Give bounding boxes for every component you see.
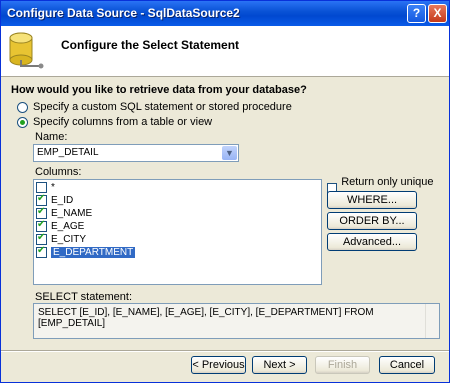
- custom-sql-label: Specify a custom SQL statement or stored…: [33, 101, 292, 113]
- column-checkbox[interactable]: [36, 182, 47, 193]
- column-checkbox[interactable]: [36, 193, 47, 206]
- column-checkbox[interactable]: [36, 206, 47, 219]
- page-title: Configure the Select Statement: [61, 38, 240, 52]
- column-label: E_DEPARTMENT: [51, 247, 136, 258]
- previous-button[interactable]: < Previous: [191, 356, 246, 374]
- configure-data-source-dialog: Configure Data Source - SqlDataSource2 ?…: [0, 0, 450, 383]
- column-checkbox[interactable]: [36, 232, 47, 245]
- custom-sql-radio[interactable]: [17, 101, 28, 113]
- wizard-body: How would you like to retrieve data from…: [1, 77, 449, 351]
- columns-list[interactable]: * E_ID E_NAME E_AGE E_CITY E_DEPARTMENT: [33, 179, 322, 285]
- table-name-select[interactable]: EMP_DETAIL ▼: [33, 144, 239, 162]
- order-by-button[interactable]: ORDER BY...: [327, 212, 417, 230]
- statement-scrollbar[interactable]: [425, 304, 439, 338]
- close-button[interactable]: X: [428, 4, 447, 23]
- wizard-header: Configure the Select Statement: [1, 26, 449, 77]
- title-bar[interactable]: Configure Data Source - SqlDataSource2 ?…: [1, 1, 449, 26]
- column-label: E_CITY: [51, 234, 87, 245]
- finish-button[interactable]: Finish: [315, 356, 370, 374]
- column-label: E_AGE: [51, 221, 85, 232]
- column-checkbox[interactable]: [36, 245, 47, 258]
- columns-radio[interactable]: [17, 116, 28, 128]
- advanced-button[interactable]: Advanced...: [327, 233, 417, 251]
- footer-divider: [1, 350, 449, 352]
- column-label: *: [51, 182, 55, 193]
- table-name-value: EMP_DETAIL: [37, 147, 99, 158]
- next-button[interactable]: Next >: [252, 356, 307, 374]
- window-title: Configure Data Source - SqlDataSource2: [7, 6, 240, 20]
- close-icon: X: [433, 6, 442, 20]
- option-custom-sql[interactable]: Specify a custom SQL statement or stored…: [17, 101, 292, 113]
- help-button[interactable]: ?: [407, 4, 426, 23]
- name-label: Name:: [35, 131, 68, 143]
- select-statement-label: SELECT statement:: [35, 291, 133, 303]
- database-icon: [9, 32, 44, 69]
- select-statement-text: SELECT [E_ID], [E_NAME], [E_AGE], [E_CIT…: [38, 307, 374, 329]
- retrieve-question: How would you like to retrieve data from…: [11, 84, 307, 96]
- column-label: E_ID: [51, 195, 74, 206]
- option-columns[interactable]: Specify columns from a table or view: [17, 116, 212, 128]
- columns-label: Columns:: [35, 166, 82, 178]
- chevron-down-icon[interactable]: ▼: [222, 146, 237, 160]
- columns-option-label: Specify columns from a table or view: [33, 116, 213, 128]
- help-icon: ?: [412, 6, 421, 20]
- column-label: E_NAME: [51, 208, 93, 219]
- where-button[interactable]: WHERE...: [327, 191, 417, 209]
- column-checkbox[interactable]: [36, 219, 47, 232]
- select-statement-box: SELECT [E_ID], [E_NAME], [E_AGE], [E_CIT…: [33, 303, 440, 339]
- cancel-button[interactable]: Cancel: [379, 356, 435, 374]
- list-item[interactable]: E_DEPARTMENT: [36, 245, 136, 259]
